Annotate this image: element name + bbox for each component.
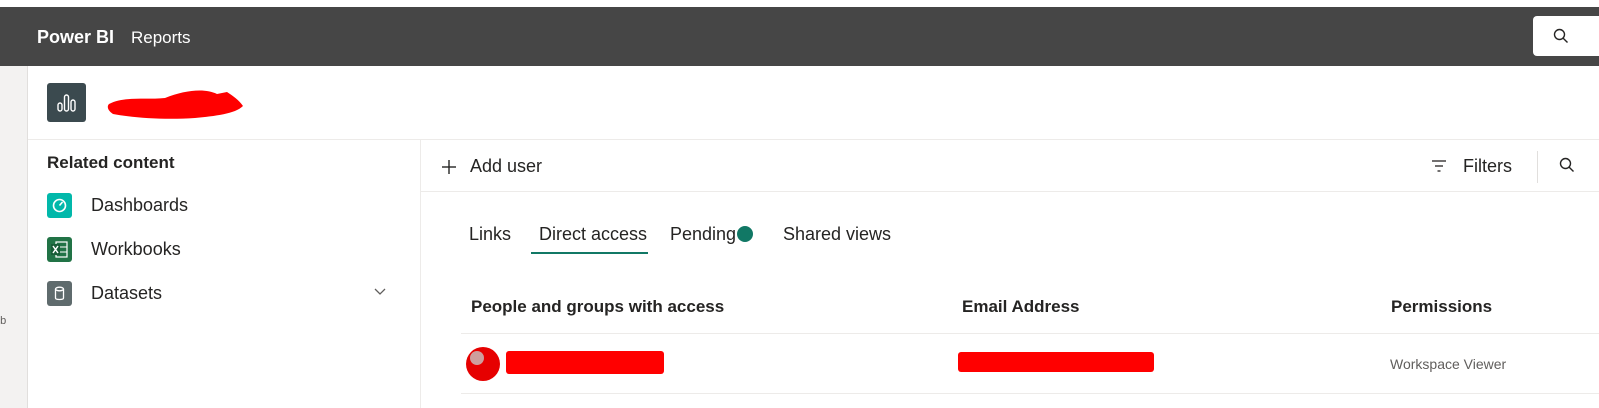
app-header: Power BI Reports <box>0 7 1599 66</box>
tab-direct-access[interactable]: Direct access <box>539 224 647 245</box>
header-divider <box>461 333 1599 334</box>
app-brand[interactable]: Power BI <box>37 27 114 48</box>
excel-workbook-icon <box>47 237 72 262</box>
related-item-dashboards[interactable]: Dashboards <box>47 193 407 219</box>
command-divider <box>1537 151 1538 183</box>
report-header-row <box>28 66 1599 140</box>
plus-icon <box>442 160 456 174</box>
tab-shared-views[interactable]: Shared views <box>783 224 891 245</box>
dataset-cylinder-icon <box>47 281 72 306</box>
window-top-strip <box>0 0 1599 7</box>
row-divider <box>461 393 1599 394</box>
avatar-photo-fragment <box>470 351 484 365</box>
column-header-people[interactable]: People and groups with access <box>471 297 724 317</box>
report-name-redaction <box>107 90 243 119</box>
add-user-button[interactable]: Add user <box>441 154 581 180</box>
dashboard-gauge-icon <box>47 193 72 218</box>
avatar <box>466 347 500 381</box>
related-item-label: Datasets <box>91 283 163 303</box>
global-search-box[interactable] <box>1533 16 1599 56</box>
tab-pending[interactable]: Pending <box>670 224 736 245</box>
rail-label-4[interactable]: ub <box>0 315 6 327</box>
related-item-label: Dashboards <box>91 195 189 215</box>
filter-icon <box>1432 160 1446 172</box>
filters-label: Filters <box>1463 156 1512 176</box>
related-item-label: Workbooks <box>91 239 181 259</box>
search-icon[interactable] <box>1559 157 1575 173</box>
report-bars-icon <box>47 83 86 122</box>
related-item-datasets[interactable]: Datasets <box>47 281 407 307</box>
column-header-email[interactable]: Email Address <box>962 297 1079 317</box>
permission-cell[interactable]: Workspace Viewer <box>1390 356 1506 372</box>
breadcrumb-reports[interactable]: Reports <box>131 28 191 48</box>
left-nav-rail: e e e ub s <box>0 66 28 408</box>
search-icon <box>1553 28 1568 43</box>
selected-tab-indicator <box>531 252 648 254</box>
redacted-email <box>958 352 1154 372</box>
chevron-down-icon[interactable] <box>373 284 387 298</box>
column-header-permissions[interactable]: Permissions <box>1391 297 1492 317</box>
pending-indicator-dot <box>737 226 753 242</box>
tab-links[interactable]: Links <box>469 224 511 245</box>
related-item-workbooks[interactable]: Workbooks <box>47 237 407 263</box>
related-content-title: Related content <box>47 153 175 172</box>
related-content-panel: Related content Dashboards Workbooks Dat… <box>28 140 421 408</box>
command-bar: Add user Filters <box>421 140 1599 192</box>
redacted-user-name <box>506 351 664 374</box>
add-user-label: Add user <box>470 156 543 176</box>
filters-button[interactable]: Filters <box>1431 154 1531 180</box>
